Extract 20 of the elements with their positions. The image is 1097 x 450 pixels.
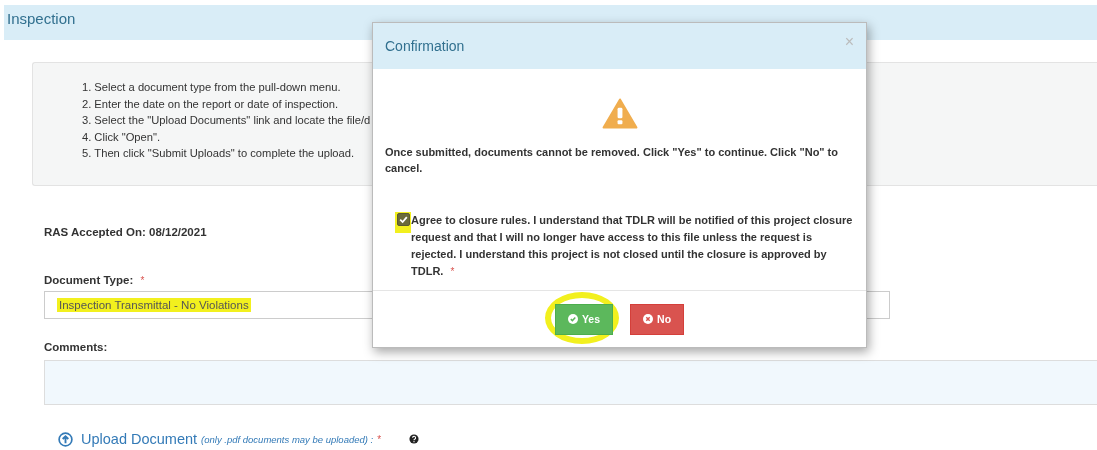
- instruction-text: Click "Open".: [94, 130, 161, 143]
- dialog-title: Confirmation: [385, 38, 465, 54]
- step-number: 3.: [82, 114, 92, 126]
- field-label: Comments:: [44, 341, 108, 353]
- upload-hint: (only .pdf documents may be uploaded) :: [201, 433, 374, 445]
- step-number: 4.: [82, 130, 92, 143]
- agreement-text: Agree to closure rules. I understand that TDLR will be notified of this project closure request and that I will no longer have access to this file unless the request is rejected. I understand this project is not closed until the closure is approved by TDLR. *: [411, 213, 854, 279]
- step-number: 2.: [82, 97, 92, 110]
- page-title: Inspection: [7, 10, 76, 27]
- instruction-text: Select a document type from the pull-down menu.: [94, 81, 341, 93]
- dialog-message: Once submitted, documents cannot be removed. Click "Yes" to continue. Click "No" to cancel.: [385, 145, 839, 176]
- accepted-date: RAS Accepted On: 08/12/2021: [44, 226, 207, 238]
- step-number: 5.: [82, 147, 92, 159]
- instruction-text: Then click "Submit Uploads" to complete the upload.: [94, 147, 355, 159]
- required-mark: *: [377, 433, 382, 445]
- instruction-text: Enter the date on the report or date of inspection.: [94, 97, 339, 110]
- instruction-text: Select the "Upload Documents" link and locate the file/d: [94, 114, 371, 126]
- field-label: Document Type:: [44, 274, 134, 286]
- step-number: 1.: [82, 81, 92, 93]
- required-mark: *: [140, 275, 145, 286]
